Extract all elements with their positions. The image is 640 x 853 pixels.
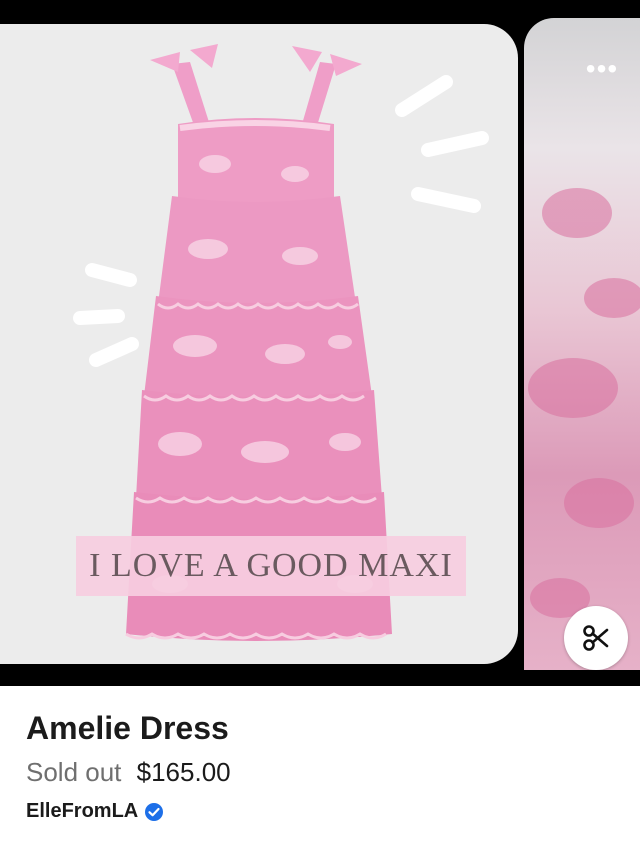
next-product-image-card[interactable]: ••• xyxy=(524,18,640,670)
seller-name[interactable]: ElleFromLA xyxy=(26,800,138,823)
product-info: Amelie Dress Sold out $165.00 ElleFromLA xyxy=(26,700,616,823)
caption-text: I LOVE A GOOD MAXI xyxy=(89,547,453,584)
verified-check-icon xyxy=(145,802,164,821)
visual-search-button[interactable] xyxy=(564,606,628,670)
product-price: $165.00 xyxy=(136,757,231,787)
more-dots-icon: ••• xyxy=(585,53,619,84)
seller-row[interactable]: ElleFromLA xyxy=(26,800,616,823)
product-title[interactable]: Amelie Dress xyxy=(26,708,616,748)
more-options-button[interactable]: ••• xyxy=(582,55,622,84)
scissors-icon xyxy=(583,625,609,651)
price-row: Sold out $165.00 xyxy=(26,756,616,788)
caption-banner: I LOVE A GOOD MAXI xyxy=(76,536,466,596)
stock-status: Sold out xyxy=(26,757,122,787)
product-image-card[interactable]: I LOVE A GOOD MAXI xyxy=(0,24,518,664)
